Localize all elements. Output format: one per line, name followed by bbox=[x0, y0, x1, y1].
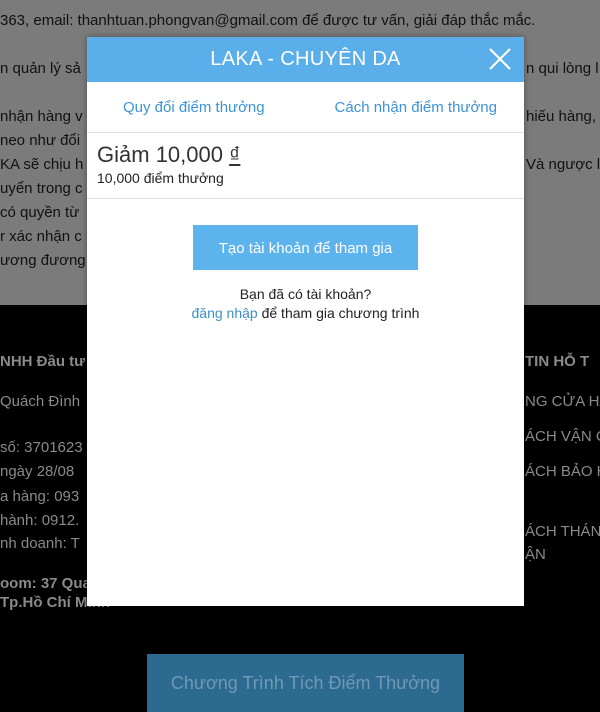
footer-info: hành: 0912. bbox=[0, 512, 80, 529]
cta-wrapper: Tạo tài khoản để tham gia bbox=[87, 199, 524, 270]
reward-points: 10,000 điểm thưởng bbox=[97, 170, 224, 186]
footer-showroom: oom: 37 Qua bbox=[0, 575, 91, 592]
modal-header: LAKA - CHUYÊN DA bbox=[87, 37, 524, 82]
footer-link[interactable]: ÁCH VẬN C bbox=[525, 428, 600, 445]
policy-fragment: n qui lòng l bbox=[526, 60, 599, 77]
policy-line: neo như đổi bbox=[0, 132, 81, 149]
footer-info: nh doanh: T bbox=[0, 535, 80, 552]
policy-line: nhận hàng v bbox=[0, 108, 83, 125]
footer-info: số: 3701623 bbox=[0, 439, 83, 456]
tab-redeem-points[interactable]: Quy đổi điểm thưởng bbox=[123, 99, 265, 116]
reward-item: Giảm 10,000 ₫ 10,000 điểm thưởng bbox=[87, 133, 524, 199]
policy-fragment: hiếu hàng, bbox=[526, 108, 597, 125]
reward-amount: 10,000 bbox=[155, 142, 223, 167]
reward-modal: LAKA - CHUYÊN DA Quy đổi điểm thưởng Các… bbox=[87, 37, 524, 606]
login-prompt: đăng nhập để tham gia chương trình bbox=[87, 305, 524, 321]
contact-line: 363, email: thanhtuan.phongvan@gmail.com… bbox=[0, 12, 536, 29]
footer-info: a hàng: 093 bbox=[0, 488, 80, 505]
policy-fragment: Và ngược lạ bbox=[526, 156, 600, 173]
policy-line: uyển trong c bbox=[0, 180, 83, 197]
account-question: Bạn đã có tài khoản? bbox=[239, 286, 372, 302]
close-icon[interactable] bbox=[488, 47, 512, 71]
footer-link[interactable]: ÁCH THÁN bbox=[525, 523, 600, 540]
policy-line: r xác nhận c bbox=[0, 228, 82, 245]
footer-link[interactable]: ÁCH BẢO H bbox=[525, 463, 600, 480]
reward-program-label: Chương Trình Tích Điểm Thưởng bbox=[170, 672, 441, 693]
reward-program-banner[interactable]: Chương Trình Tích Điểm Thưởng bbox=[147, 654, 464, 712]
policy-line: n quản lý sả bbox=[0, 60, 81, 77]
footer-company: NHH Đầu tư bbox=[0, 353, 86, 370]
create-account-button[interactable]: Tạo tài khoản để tham gia bbox=[193, 225, 418, 270]
footer-link[interactable]: NG CỬA HÀ bbox=[525, 393, 600, 410]
tab-earn-points[interactable]: Cách nhận điểm thưởng bbox=[335, 99, 497, 116]
footer-support-title: TIN HỖ T bbox=[525, 353, 590, 370]
login-link[interactable]: đăng nhập bbox=[192, 305, 258, 321]
footer-info: Quách Đình bbox=[0, 393, 81, 410]
modal-title: LAKA - CHUYÊN DA bbox=[210, 48, 401, 70]
modal-tabs: Quy đổi điểm thưởng Cách nhận điểm thưởn… bbox=[87, 82, 524, 133]
footer-info: ngày 28/08 bbox=[0, 463, 75, 480]
policy-line: KA sẽ chịu h bbox=[0, 156, 84, 173]
policy-line: ương đương bbox=[0, 252, 86, 269]
footer-link[interactable]: ẬN bbox=[525, 546, 546, 563]
currency-symbol: ₫ bbox=[229, 142, 241, 167]
login-suffix: để tham gia chương trình bbox=[257, 305, 420, 321]
reward-title: Giảm 10,000 ₫ bbox=[97, 142, 514, 168]
policy-line: có quyền từ bbox=[0, 204, 80, 221]
reward-prefix: Giảm bbox=[97, 142, 150, 167]
